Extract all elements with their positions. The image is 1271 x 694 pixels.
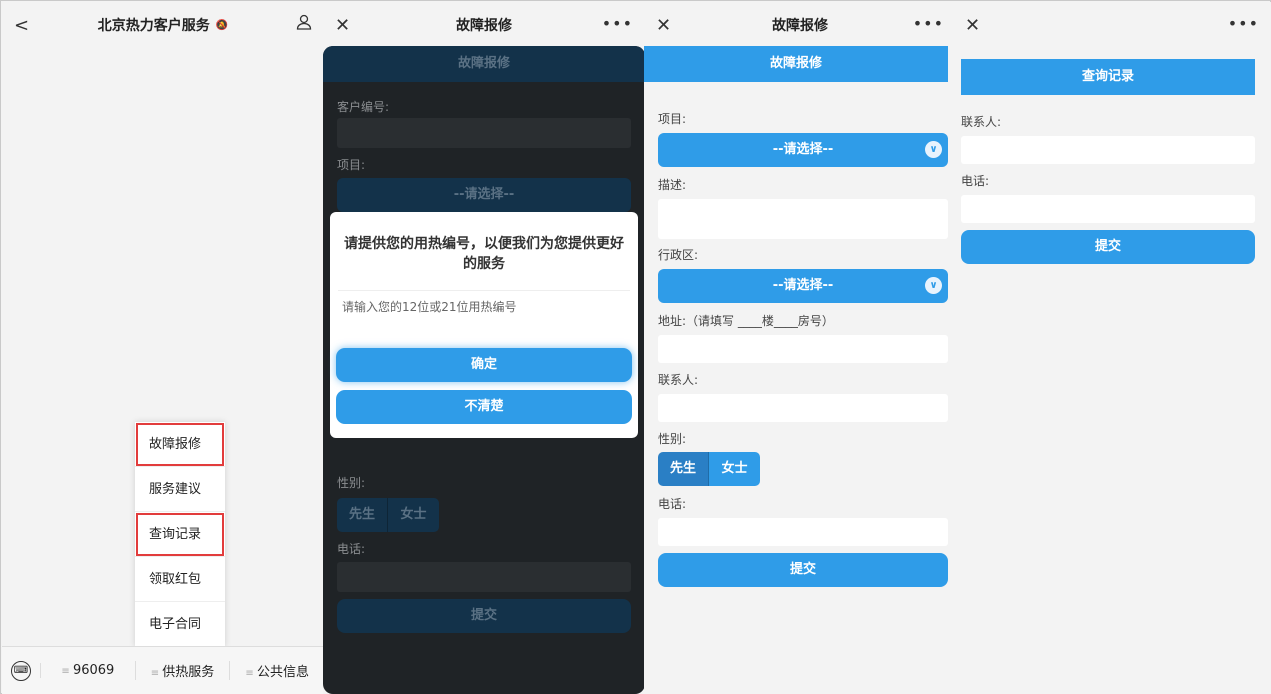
gender-label: 性别:: [337, 476, 366, 490]
form-title-bar: 故障报修: [323, 46, 645, 82]
close-icon[interactable]: ✕: [335, 15, 350, 36]
form-title-bar: 查询记录: [961, 59, 1255, 95]
phone-label: 电话:: [961, 174, 990, 188]
bottom-menu-heating-label: 供热服务: [162, 665, 215, 680]
form-title-bar: 故障报修: [644, 46, 948, 82]
contact-input[interactable]: [658, 394, 948, 422]
more-icon[interactable]: •••: [1228, 14, 1259, 33]
submit-button[interactable]: 提交: [961, 230, 1255, 264]
description-label: 描述:: [658, 178, 687, 192]
chat-panel: < 北京热力客户服务 🔕 故障报修 服务建议 查询记录 领取红包 电子合同 ⌨ …: [2, 2, 324, 694]
gender-toggle: 先生 女士: [337, 498, 439, 532]
more-icon[interactable]: •••: [602, 14, 633, 33]
project-label: 项目:: [658, 112, 687, 126]
bottom-menu-bar: ⌨ ≡ 96069 ≡ 供热服务 ≡ 公共信息: [2, 646, 324, 694]
user-number-input[interactable]: 请输入您的12位或21位用热编号: [338, 290, 630, 326]
bottom-menu-public-info[interactable]: ≡ 公共信息: [229, 661, 324, 680]
back-icon[interactable]: <: [14, 15, 29, 36]
phone-label: 电话:: [337, 542, 366, 556]
close-icon[interactable]: ✕: [965, 15, 980, 36]
gender-toggle: 先生 女士: [658, 452, 760, 486]
phone-label: 电话:: [658, 497, 687, 511]
contact-label: 联系人:: [658, 373, 699, 387]
menu-item-e-contract[interactable]: 电子合同: [135, 602, 225, 647]
bottom-menu-hotline-label: 96069: [72, 663, 115, 678]
service-menu: 故障报修 服务建议 查询记录 领取红包 电子合同: [135, 422, 225, 647]
gender-label: 性别:: [658, 432, 687, 446]
phone-input[interactable]: [337, 562, 631, 592]
repair-panel-with-dialog: ✕ 故障报修 ••• 故障报修 客户编号: 项目: --请选择-- 性别: 先生…: [323, 2, 645, 694]
district-label: 行政区:: [658, 248, 699, 262]
gender-male-button[interactable]: 先生: [337, 498, 388, 532]
project-select[interactable]: --请选择--: [337, 178, 631, 212]
project-select-value: --请选择--: [772, 142, 834, 157]
menu-item-repair[interactable]: 故障报修: [135, 422, 225, 467]
panel-header: ✕ 故障报修 •••: [644, 2, 956, 48]
more-icon[interactable]: •••: [913, 14, 944, 33]
project-label: 项目:: [337, 158, 366, 172]
contact-label: 联系人:: [961, 115, 1002, 129]
bottom-menu-hotline[interactable]: ≡ 96069: [40, 663, 135, 678]
menu-item-red-packet[interactable]: 领取红包: [135, 557, 225, 602]
panel-header: ✕ •••: [953, 2, 1271, 48]
query-records-panel: ✕ ••• 查询记录 联系人: 电话: 提交: [953, 2, 1271, 694]
submit-button[interactable]: 提交: [658, 553, 948, 587]
panel-title: 故障报修: [772, 18, 828, 34]
unsure-button[interactable]: 不清楚: [336, 390, 632, 424]
confirm-button[interactable]: 确定: [336, 348, 632, 382]
screenshot-frame: < 北京热力客户服务 🔕 故障报修 服务建议 查询记录 领取红包 电子合同 ⌨ …: [0, 0, 1271, 694]
bell-off-icon: 🔕: [215, 19, 229, 31]
gender-male-button[interactable]: 先生: [658, 452, 709, 486]
keyboard-icon[interactable]: ⌨: [2, 660, 40, 681]
district-select-value: --请选择--: [772, 278, 834, 293]
user-number-dialog: 请提供您的用热编号，以便我们为您提供更好的服务 请输入您的12位或21位用热编号…: [330, 212, 638, 438]
phone-input[interactable]: [658, 518, 948, 546]
close-icon[interactable]: ✕: [656, 15, 671, 36]
customer-number-label: 客户编号:: [337, 100, 390, 114]
gender-female-button[interactable]: 女士: [709, 452, 760, 486]
contact-input[interactable]: [961, 136, 1255, 164]
menu-item-query-records[interactable]: 查询记录: [135, 512, 225, 557]
chat-header: < 北京热力客户服务 🔕: [2, 2, 324, 48]
panel-header: ✕ 故障报修 •••: [323, 2, 645, 48]
customer-number-input[interactable]: [337, 118, 631, 148]
description-input[interactable]: [658, 199, 948, 239]
menu-item-suggestion[interactable]: 服务建议: [135, 467, 225, 512]
page-title: 北京热力客户服务: [97, 18, 210, 34]
bottom-menu-public-info-label: 公共信息: [256, 665, 309, 680]
project-select[interactable]: --请选择-- ∨: [658, 133, 948, 167]
project-select-value: --请选择--: [453, 187, 515, 202]
district-select[interactable]: --请选择-- ∨: [658, 269, 948, 303]
phone-input[interactable]: [961, 195, 1255, 223]
gender-female-button[interactable]: 女士: [388, 498, 439, 532]
bottom-menu-heating[interactable]: ≡ 供热服务: [134, 661, 230, 680]
panel-title: 故障报修: [456, 18, 512, 34]
address-input[interactable]: [658, 335, 948, 363]
dialog-message: 请提供您的用热编号，以便我们为您提供更好的服务: [344, 236, 624, 272]
repair-form-panel: ✕ 故障报修 ••• 故障报修 项目: --请选择-- ∨ 描述: 行政区: --…: [644, 2, 956, 694]
chevron-down-icon: ∨: [925, 277, 942, 294]
address-label: 地址:（请填写 ____楼____房号）: [658, 314, 834, 328]
submit-button[interactable]: 提交: [337, 599, 631, 633]
chevron-down-icon: ∨: [925, 141, 942, 158]
user-icon[interactable]: [296, 14, 312, 34]
